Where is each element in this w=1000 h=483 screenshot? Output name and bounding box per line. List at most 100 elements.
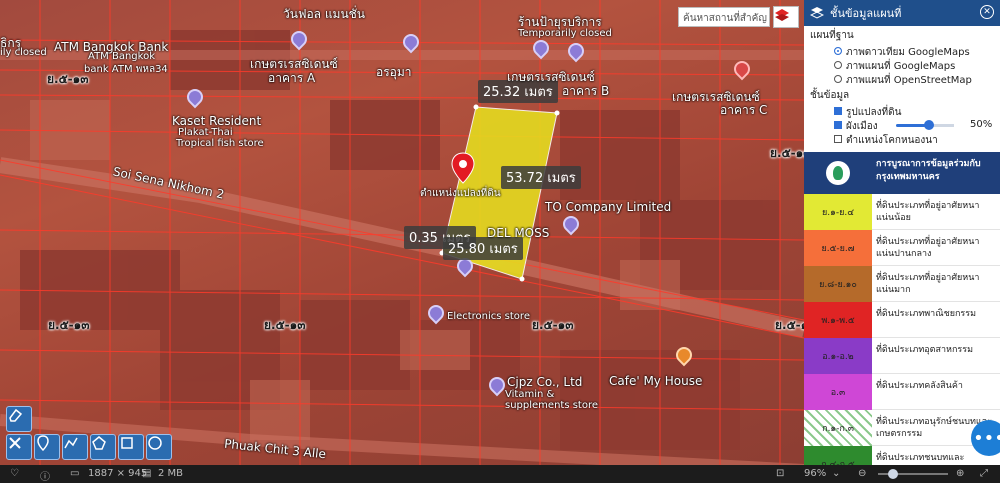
legend-description: ที่ดินประเภทพาณิชยกรรม xyxy=(876,309,977,319)
checkbox-icon[interactable] xyxy=(834,121,842,129)
circle-icon xyxy=(148,436,162,450)
map-label: ATM Bangkok xyxy=(88,51,155,62)
legend-row: อ.๑-อ.๒ ที่ดินประเภทอุตสาหกรรม xyxy=(804,338,1000,374)
layers-icon xyxy=(775,9,789,21)
zoom-slider-thumb[interactable] xyxy=(888,469,898,479)
panel-header: ชั้นข้อมูลแผนที่ ✕ xyxy=(804,0,1000,26)
measure-label: 25.80 เมตร xyxy=(443,237,523,260)
layer-parcel-checkbox[interactable]: รูปแปลงที่ดิน xyxy=(804,104,1000,118)
map-label: วันฟอล แมนชั่น xyxy=(283,7,366,21)
legend-description: ที่ดินประเภทอุตสาหกรรม xyxy=(876,345,974,355)
map-label: Kaset Resident xyxy=(172,114,262,128)
layer-khoknongna-checkbox[interactable]: ตำแหน่งโคกหนองนา xyxy=(804,132,1000,146)
legend-header: การบูรณาการข้อมูลร่วมกับ กรุงเทพมหานคร xyxy=(804,152,1000,194)
legend-description: ที่ดินประเภทที่อยู่อาศัยหนาแน่นปานกลาง xyxy=(876,237,980,259)
legend-swatch: ย.๕-ย.๗ xyxy=(804,230,872,266)
polygon-tool-button[interactable] xyxy=(90,434,116,460)
eraser-icon xyxy=(9,408,23,422)
layers-icon xyxy=(810,7,824,19)
legend-swatch: ก.๑-ก.๓ xyxy=(804,410,872,446)
map-label: supplements store xyxy=(505,400,599,411)
map-view[interactable]: ตำแหน่งแปลงที่ดิน 25.32 เมตร 53.72 เมตร … xyxy=(0,0,804,465)
opacity-slider-thumb[interactable] xyxy=(924,120,934,130)
legend-row: ย.๑-ย.๔ ที่ดินประเภทที่อยู่อาศัยหนาแน่นน้… xyxy=(804,194,1000,230)
zone-code-label: ย.๕-๑๓ xyxy=(775,318,804,332)
circle-tool-button[interactable] xyxy=(146,434,172,460)
legend-row: ย.๕-ย.๗ ที่ดินประเภทที่อยู่อาศัยหนาแน่นปา… xyxy=(804,230,1000,266)
basemap-option-googlemap[interactable]: ภาพแผนที่ GoogleMaps xyxy=(804,58,1000,72)
point-tool-button[interactable] xyxy=(34,434,60,460)
chevron-down-icon[interactable]: ⌄ xyxy=(832,468,840,479)
polyline-icon xyxy=(64,437,78,449)
legend-swatch: ก.๔-ก.๕ xyxy=(804,446,872,465)
legend-row: ย.๘-ย.๑๐ ที่ดินประเภทที่อยู่อาศัยหนาแน่นม… xyxy=(804,266,1000,302)
map-label: bank ATM พหล34 xyxy=(84,64,168,75)
legend-swatch: ย.๑-ย.๔ xyxy=(804,194,872,230)
basemap-option-osm[interactable]: ภาพแผนที่ OpenStreetMap xyxy=(804,72,1000,86)
zone-code-label: ย.๕-๑๓ xyxy=(48,318,90,332)
info-icon[interactable]: ⓘ xyxy=(40,468,50,483)
measure-tool-button[interactable] xyxy=(6,434,32,460)
zoom-level[interactable]: 96% xyxy=(804,468,826,479)
chat-button[interactable]: ••• xyxy=(971,420,1000,456)
rectangle-tool-button[interactable] xyxy=(118,434,144,460)
legend-row: อ.๓ ที่ดินประเภทคลังสินค้า xyxy=(804,374,1000,410)
basemap-title: แผนที่ฐาน xyxy=(810,30,854,41)
zone-code-label: ย.๕-๑๓ xyxy=(770,146,804,160)
map-label: Cafe' My House xyxy=(609,374,703,388)
bma-logo xyxy=(826,161,850,185)
map-label: TO Company Limited xyxy=(545,200,672,214)
layer-panel: ชั้นข้อมูลแผนที่ ✕ แผนที่ฐาน ภาพดาวเทียม… xyxy=(804,0,1000,465)
place-search-input[interactable]: ค้นหาสถานที่สำคัญ xyxy=(678,7,770,27)
map-label: Cjpz Co., Ltd xyxy=(507,375,583,389)
legend-swatch: อ.๑-อ.๒ xyxy=(804,338,872,374)
legend-description: ที่ดินประเภทที่อยู่อาศัยหนาแน่นมาก xyxy=(876,273,980,295)
radio-icon[interactable] xyxy=(834,47,842,55)
zoom-in-icon[interactable]: ⊕ xyxy=(956,468,964,479)
map-label: อาคาร B xyxy=(562,84,610,98)
map-label: อาคาร A xyxy=(268,71,316,85)
legend-row: พ.๑-พ.๕ ที่ดินประเภทพาณิชยกรรม xyxy=(804,302,1000,338)
marker-label: ตำแหน่งแปลงที่ดิน xyxy=(420,188,501,199)
file-size: 2 MB xyxy=(158,468,184,479)
fullscreen-icon[interactable]: ⤢ xyxy=(980,468,988,479)
map-label: Temporarily closed xyxy=(518,28,612,39)
zone-code-label: ย.๕-๑๓ xyxy=(264,318,306,332)
map-label: ily closed xyxy=(0,47,47,58)
map-label: DEL MOSS xyxy=(487,226,550,240)
zone-code-label: ย.๕-๑๓ xyxy=(532,318,574,332)
checkbox-icon[interactable] xyxy=(834,107,842,115)
layers-title: ชั้นข้อมูล xyxy=(810,90,850,101)
map-label: อาคาร C xyxy=(720,103,768,117)
radio-icon[interactable] xyxy=(834,75,842,83)
image-icon: ▭ xyxy=(70,468,80,479)
line-tool-button[interactable] xyxy=(62,434,88,460)
layer-cityplan-checkbox[interactable]: ผังเมือง 50% xyxy=(804,118,1000,132)
measure-label: 53.72 เมตร xyxy=(501,166,581,189)
eraser-tool-button[interactable] xyxy=(6,406,32,432)
map-label: Tropical fish store xyxy=(176,138,264,149)
heart-icon[interactable]: ♡ xyxy=(10,468,19,479)
close-icon[interactable]: ✕ xyxy=(980,5,994,19)
location-pin-icon[interactable] xyxy=(451,152,475,184)
file-icon: ▤ xyxy=(142,468,152,479)
zone-code-label: ย.๕-๑๓ xyxy=(47,72,89,86)
legend-swatch: อ.๓ xyxy=(804,374,872,410)
opacity-value: 50% xyxy=(970,119,993,130)
legend-swatch: พ.๑-พ.๕ xyxy=(804,302,872,338)
checkbox-icon[interactable] xyxy=(834,135,842,143)
legend-title: การบูรณาการข้อมูลร่วมกับ กรุงเทพมหานคร xyxy=(876,159,981,182)
layers-button[interactable] xyxy=(773,6,799,28)
basemap-option-satellite[interactable]: ภาพดาวเทียม GoogleMaps xyxy=(804,44,1000,58)
legend-description: ที่ดินประเภทคลังสินค้า xyxy=(876,381,963,391)
radio-icon[interactable] xyxy=(834,61,842,69)
map-label: Plakat-Thai xyxy=(178,127,233,138)
legend-description: ที่ดินประเภทที่อยู่อาศัยหนาแน่นน้อย xyxy=(876,201,980,223)
rectangle-icon xyxy=(121,437,133,449)
scissors-icon xyxy=(9,437,21,449)
map-app: ตำแหน่งแปลงที่ดิน 25.32 เมตร 53.72 เมตร … xyxy=(0,0,1000,483)
pin-icon xyxy=(37,435,49,451)
fit-screen-icon[interactable]: ⊡ xyxy=(776,468,784,479)
legend-list: ย.๑-ย.๔ ที่ดินประเภทที่อยู่อาศัยหนาแน่นน้… xyxy=(804,194,1000,465)
zoom-out-icon[interactable]: ⊖ xyxy=(858,468,866,479)
